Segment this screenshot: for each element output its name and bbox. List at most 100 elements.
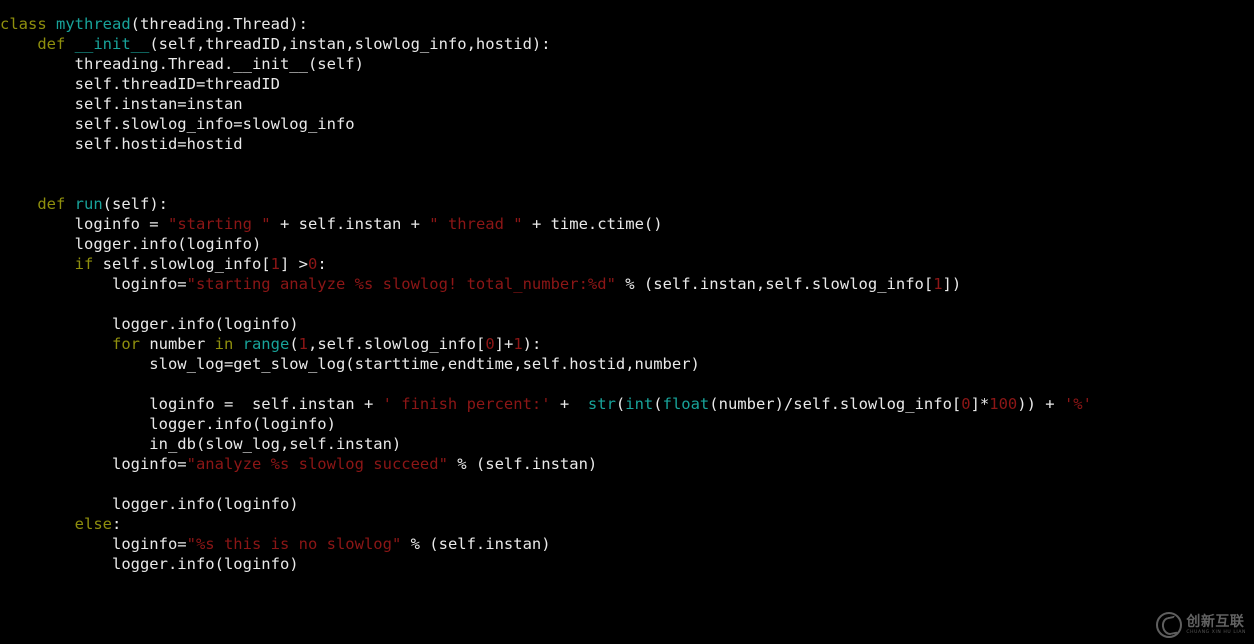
code-line: loginfo = "starting " + self.instan + " … xyxy=(0,214,1254,234)
code-token-plain: number xyxy=(149,335,215,353)
code-token-string: "starting " xyxy=(167,215,271,233)
code-line: threading.Thread.__init__(self) xyxy=(0,54,1254,74)
code-token-plain: (number)/self.slowlog_info[ xyxy=(709,395,962,413)
code-token-function_name: run xyxy=(74,195,103,213)
code-token-plain: in_db(slow_log,self.instan) xyxy=(0,435,402,453)
code-token-plain: (threading.Thread): xyxy=(130,15,308,33)
code-listing[interactable]: class mythread(threading.Thread): def __… xyxy=(0,14,1254,594)
code-token-plain: loginfo = xyxy=(0,215,168,233)
code-line: in_db(slow_log,self.instan) xyxy=(0,434,1254,454)
watermark-chinese-label: 创新互联 xyxy=(1186,613,1245,630)
watermark-text: 创新互联 CHUANG XIN HU LIAN xyxy=(1186,615,1246,636)
code-token-number: 0 xyxy=(307,255,318,273)
code-token-plain: ,self.slowlog_info[ xyxy=(308,335,486,353)
code-token-number: 1 xyxy=(513,335,523,353)
code-token-number: 1 xyxy=(933,275,943,293)
code-line: logger.info(loginfo) xyxy=(0,234,1254,254)
code-token-number: 100 xyxy=(989,395,1018,413)
code-token-string: "analyze %s slowlog succeed" xyxy=(186,455,448,473)
code-token-plain: ( xyxy=(615,395,626,413)
code-token-keyword: in xyxy=(214,335,243,353)
code-viewer: class mythread(threading.Thread): def __… xyxy=(0,0,1254,644)
code-token-keyword: for xyxy=(111,335,150,353)
code-line: def run(self): xyxy=(0,194,1254,214)
code-token-plain: loginfo = self.instan + xyxy=(0,395,383,413)
code-token-plain: ( xyxy=(653,395,663,413)
code-token-plain: ] > xyxy=(279,255,308,273)
watermark: 创新互联 CHUANG XIN HU LIAN xyxy=(1156,612,1246,638)
code-line: class mythread(threading.Thread): xyxy=(0,14,1254,34)
code-line: loginfo="%s this is no slowlog" % (self.… xyxy=(0,534,1254,554)
code-line: loginfo="analyze %s slowlog succeed" % (… xyxy=(0,454,1254,474)
code-line: self.hostid=hostid xyxy=(0,134,1254,154)
watermark-latin-label: CHUANG XIN HU LIAN xyxy=(1186,629,1246,635)
code-token-keyword: def xyxy=(37,35,75,53)
code-line: self.instan=instan xyxy=(0,94,1254,114)
code-token-plain: slow_log=get_slow_log(starttime,endtime,… xyxy=(0,355,700,373)
code-token-plain: self.slowlog_info=slowlog_info xyxy=(0,115,355,133)
code-token-keyword: else xyxy=(74,515,112,533)
code-token-number: 0 xyxy=(961,395,971,413)
code-token-plain: : xyxy=(317,255,327,273)
code-token-builtin: float xyxy=(662,395,710,413)
code-token-plain: % (self.instan) xyxy=(401,535,551,553)
code-token-plain: logger.info(loginfo) xyxy=(0,415,336,433)
code-token-string: " thread " xyxy=(429,215,523,233)
code-token-plain: ): xyxy=(522,335,542,353)
code-token-plain: + xyxy=(550,395,588,413)
code-token-plain: ]* xyxy=(970,395,990,413)
code-line: slow_log=get_slow_log(starttime,endtime,… xyxy=(0,354,1254,374)
code-token-plain: ]+ xyxy=(494,335,514,353)
code-token-plain: self.hostid=hostid xyxy=(0,135,243,153)
code-token-plain: threading.Thread.__init__(self) xyxy=(0,55,364,73)
code-token-plain: logger.info(loginfo) xyxy=(0,555,299,573)
code-line: for number in range(1,self.slowlog_info[… xyxy=(0,334,1254,354)
code-token-string: "%s this is no slowlog" xyxy=(186,535,402,553)
code-token-keyword: def xyxy=(37,195,75,213)
code-line: logger.info(loginfo) xyxy=(0,494,1254,514)
code-token-plain: (self): xyxy=(102,195,168,213)
code-line: loginfo = self.instan + ' finish percent… xyxy=(0,394,1254,414)
code-token-plain: logger.info(loginfo) xyxy=(0,315,299,333)
code-token-builtin: range xyxy=(242,335,290,353)
code-token-function_name: mythread xyxy=(56,15,131,33)
code-token-plain: )) + xyxy=(1017,395,1064,413)
code-token-plain: self.threadID=threadID xyxy=(0,75,280,93)
code-token-plain: logger.info(loginfo) xyxy=(0,495,299,513)
code-token-plain: ]) xyxy=(942,275,962,293)
code-token-number: 1 xyxy=(298,335,308,353)
code-token-string: ' finish percent:' xyxy=(382,395,551,413)
code-token-plain: loginfo= xyxy=(0,455,187,473)
code-token-plain: logger.info(loginfo) xyxy=(0,235,262,253)
code-line: def __init__(self,threadID,instan,slowlo… xyxy=(0,34,1254,54)
code-line: self.slowlog_info=slowlog_info xyxy=(0,114,1254,134)
code-token-plain: self.instan=instan xyxy=(0,95,243,113)
code-token-plain: ( xyxy=(289,335,299,353)
code-line: if self.slowlog_info[1] >0: xyxy=(0,254,1254,274)
code-token-number: 1 xyxy=(270,255,280,273)
code-token-plain: self.slowlog_info[ xyxy=(102,255,271,273)
code-line: else: xyxy=(0,514,1254,534)
code-token-plain: + self.instan + xyxy=(270,215,430,233)
code-token-number: 0 xyxy=(485,335,495,353)
code-token-plain: loginfo= xyxy=(0,535,187,553)
code-token-builtin: str xyxy=(587,395,616,413)
code-line: logger.info(loginfo) xyxy=(0,554,1254,574)
code-token-keyword: if xyxy=(74,255,103,273)
code-token-plain: % (self.instan) xyxy=(447,455,598,473)
code-line: logger.info(loginfo) xyxy=(0,414,1254,434)
code-token-plain: % (self.instan,self.slowlog_info[ xyxy=(615,275,934,293)
code-token-string: '%' xyxy=(1063,395,1092,413)
code-token-plain: + time.ctime() xyxy=(522,215,663,233)
code-token-plain: (self,threadID,instan,slowlog_info,hosti… xyxy=(149,35,551,53)
